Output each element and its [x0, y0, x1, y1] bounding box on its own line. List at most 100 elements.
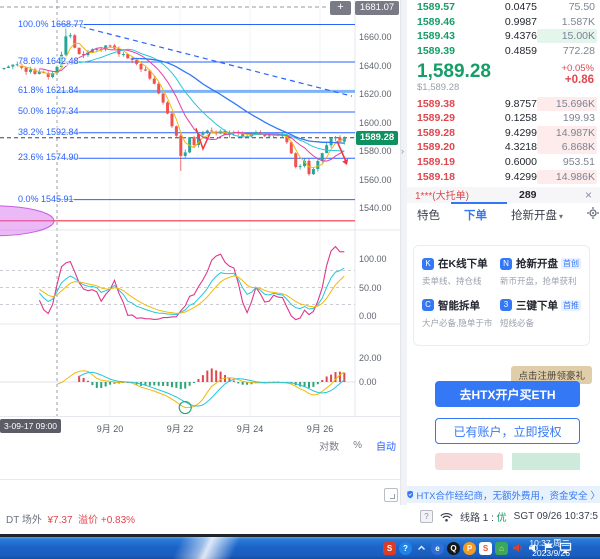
big-order-count: 289 [519, 189, 537, 201]
orderbook-price[interactable]: 1589.43 [417, 30, 473, 42]
windows-taskbar[interactable]: S?eQPS⌂ 10:37 周二 2023/9/26 [0, 537, 600, 559]
percent-scale-toggle[interactable]: % [353, 440, 362, 451]
help-icon[interactable]: ? [420, 510, 433, 523]
orderbook-amount: 0.0475 [473, 1, 537, 13]
orderbook-price[interactable]: 1589.28 [417, 127, 473, 139]
feature-subtitle: 卖单线、持仓线 [422, 275, 496, 287]
orderbook-amount: 9.4376 [473, 30, 537, 42]
orderbook-amount: 9.4299 [473, 171, 537, 183]
orderbook-bid-row[interactable]: 1589.290.1258199.93 [407, 111, 600, 126]
feature-badge: 首推 [561, 300, 581, 311]
tray-sogou-input-icon[interactable]: S [383, 542, 396, 555]
orderbook-price[interactable]: 1589.38 [417, 98, 473, 110]
panel-tabs: 特色 下单 抢新开盘▾ [407, 203, 600, 227]
divider [0, 479, 400, 480]
add-alert-button[interactable]: + [330, 1, 351, 15]
feature-title: 抢新开盘 [516, 256, 558, 271]
orderbook-ask-row[interactable]: 1589.460.99871.587K [407, 15, 600, 30]
orderbook-bid-row[interactable]: 1589.190.6000953.51 [407, 155, 600, 170]
trade-side-panel: 1589.570.047575.501589.460.99871.587K158… [407, 0, 600, 505]
gear-icon[interactable] [587, 207, 599, 222]
big-order-alert-bar[interactable]: 1***(大托单) 289 × [407, 187, 600, 203]
feature-item[interactable]: N抢新开盘首创新币开盘，抢单获利 [498, 254, 583, 296]
tray-volume-red-icon[interactable] [511, 542, 524, 555]
orderbook-price[interactable]: 1589.29 [417, 112, 473, 124]
shield-icon [407, 489, 413, 500]
orderbook-total: 14.987K [537, 126, 597, 140]
line-label: 线路 1 : [460, 513, 494, 524]
trading-app-window: 100.0% 1668.7778.6% 1642.4861.8% 1621.84… [0, 0, 600, 559]
orderbook-price[interactable]: 1589.39 [417, 45, 473, 57]
tab-item[interactable]: 抢新开盘▾ [511, 207, 563, 223]
close-icon[interactable]: × [585, 188, 592, 202]
feature-title: 在K线下单 [438, 256, 488, 271]
orderbook-total: 75.50 [537, 0, 597, 14]
buy-button-disabled[interactable] [435, 453, 503, 470]
otc-label: DT 场外 [6, 515, 42, 526]
premium-label: 溢价 [78, 515, 98, 526]
orderbook-ask-row[interactable]: 1589.390.4859772.28 [407, 44, 600, 59]
orderbook-total: 953.51 [537, 155, 597, 169]
last-price-block[interactable]: 1,589.28 $1,589.28 +0.05% +0.86 [407, 58, 600, 96]
tab-active[interactable]: 下单 [464, 207, 487, 223]
orderbook-total: 14.986K [537, 170, 597, 184]
open-account-button[interactable]: 去HTX开户买ETH [435, 381, 580, 407]
candlestick-chart[interactable] [0, 0, 400, 416]
feature-item[interactable]: K在K线下单卖单线、持仓线 [420, 254, 498, 296]
feature-subtitle: 大户必备,隐单于市 [422, 317, 496, 329]
authorize-account-button[interactable]: 已有账户，立即授权 [435, 418, 580, 444]
feature-badge: 首创 [561, 258, 581, 269]
chevron-down-icon: ▾ [559, 212, 563, 221]
orderbook-bid-row[interactable]: 1589.289.429914.987K [407, 126, 600, 141]
orderbook-ask-row[interactable]: 1589.439.437615.00K [407, 29, 600, 44]
orderbook-total: 1.587K [537, 15, 597, 29]
log-scale-toggle[interactable]: 对数 [319, 438, 339, 453]
tray-qq-icon[interactable]: Q [447, 542, 460, 555]
line-quality: 优 [497, 513, 507, 524]
tray-browser-icon[interactable]: e [431, 542, 444, 555]
sell-button-disabled[interactable] [512, 453, 580, 470]
change-percent: +0.05% [562, 63, 595, 74]
otc-price-status: DT 场外 ¥7.37 溢价 +0.83% [6, 511, 135, 526]
x-axis[interactable]: 3-09-17 09:00 9月 209月 229月 249月 26 [0, 416, 400, 437]
x-axis-tick: 9月 24 [237, 422, 264, 435]
orderbook-bids: 1589.389.875715.696K1589.290.1258199.931… [407, 96, 600, 184]
feature-subtitle: 新币开盘，抢单获利 [500, 275, 581, 287]
feature-title: 智能拆单 [438, 298, 480, 313]
orderbook-price[interactable]: 1589.57 [417, 1, 473, 13]
x-axis-tick: 9月 26 [307, 422, 334, 435]
feature-item[interactable]: C智能拆单大户必备,隐单于市 [420, 296, 498, 338]
orderbook-total: 199.93 [537, 111, 597, 125]
tray-help-icon[interactable]: ? [399, 542, 412, 555]
feature-item[interactable]: 3三键下单首推短线必备 [498, 296, 583, 338]
broker-banner-text: HTX合作经纪商，无额外费用，资金安全 [416, 488, 587, 502]
taskbar-glare [140, 537, 270, 559]
orderbook-ask-row[interactable]: 1589.570.047575.50 [407, 0, 600, 15]
tray-pp-icon[interactable]: P [463, 542, 476, 555]
auto-scale-toggle[interactable]: 自动 [376, 438, 396, 453]
orderbook-bid-row[interactable]: 1589.204.32186.868K [407, 140, 600, 155]
tab-item[interactable]: 特色 [417, 207, 440, 223]
orderbook-total: 772.28 [537, 44, 597, 58]
orderbook-price[interactable]: 1589.46 [417, 16, 473, 28]
orderbook-amount: 9.4299 [473, 127, 537, 139]
fullscreen-icon[interactable] [384, 488, 398, 502]
orderbook-asks: 1589.570.047575.501589.460.99871.587K158… [407, 0, 600, 58]
tray-home-icon[interactable]: ⌂ [495, 542, 508, 555]
tray-sogou-browser-icon[interactable]: S [479, 542, 492, 555]
x-axis-tick: 9月 20 [97, 422, 124, 435]
collapse-arrow-icon[interactable]: › [401, 146, 404, 156]
price-chart-region[interactable]: 100.0% 1668.7778.6% 1642.4861.8% 1621.84… [0, 0, 400, 456]
chart-scale-controls: 对数 % 自动 [0, 438, 396, 453]
orderbook-bid-row[interactable]: 1589.389.875715.696K [407, 96, 600, 111]
taskbar-time: 10:37 周二 [529, 538, 570, 548]
big-order-alert-text[interactable]: 1***(大托单) [415, 187, 469, 202]
taskbar-clock[interactable]: 10:37 周二 2023/9/26 [529, 538, 570, 558]
broker-banner[interactable]: HTX合作经纪商，无额外费用，资金安全 〉 [407, 486, 600, 503]
orderbook-price[interactable]: 1589.20 [417, 141, 473, 153]
tray-collapse-icon[interactable] [415, 542, 428, 555]
orderbook-price[interactable]: 1589.18 [417, 171, 473, 183]
orderbook-price[interactable]: 1589.19 [417, 156, 473, 168]
orderbook-bid-row[interactable]: 1589.189.429914.986K [407, 169, 600, 184]
wifi-icon [440, 512, 453, 522]
